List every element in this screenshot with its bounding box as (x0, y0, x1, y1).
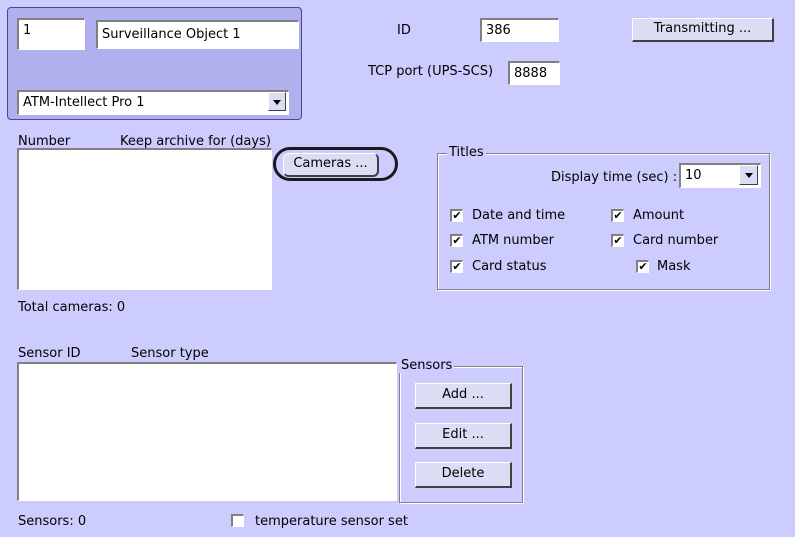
sensors-legend: Sensors (399, 358, 455, 373)
card-status-checkbox[interactable]: ✔ (450, 260, 463, 273)
object-number-field[interactable]: 1 (17, 18, 85, 50)
titles-legend: Titles (447, 145, 486, 160)
transmitting-button[interactable]: Transmitting ... (632, 18, 774, 42)
card-number-checkbox[interactable]: ✔ (611, 234, 624, 247)
cameras-list[interactable] (17, 148, 272, 290)
delete-sensor-button[interactable]: Delete (415, 462, 512, 488)
add-sensor-button[interactable]: Add ... (415, 383, 512, 409)
card-number-label: Card number (633, 233, 719, 248)
chevron-down-icon[interactable] (268, 92, 286, 111)
col-sensor-type-header: Sensor type (131, 346, 209, 361)
object-name-field[interactable]: Surveillance Object 1 (96, 20, 299, 49)
col-number-header: Number (18, 134, 71, 149)
edit-sensor-button[interactable]: Edit ... (415, 423, 512, 449)
temperature-sensor-checkbox[interactable] (231, 514, 244, 527)
id-field[interactable]: 386 (480, 18, 559, 42)
sensors-list[interactable] (17, 362, 397, 501)
date-time-checkbox[interactable]: ✔ (450, 209, 463, 222)
amount-checkbox[interactable]: ✔ (611, 209, 624, 222)
col-sensor-id-header: Sensor ID (18, 346, 81, 361)
mask-checkbox[interactable]: ✔ (636, 260, 649, 273)
display-time-label: Display time (sec) : (551, 170, 678, 185)
atm-select[interactable]: ATM-Intellect Pro 1 (17, 90, 289, 115)
atm-number-label: ATM number (472, 233, 554, 248)
mask-label: Mask (657, 259, 691, 274)
atm-number-checkbox[interactable]: ✔ (450, 234, 463, 247)
total-cameras-label: Total cameras: 0 (18, 300, 126, 315)
amount-label: Amount (633, 208, 685, 223)
date-time-label: Date and time (472, 208, 566, 223)
cameras-button[interactable]: Cameras ... (283, 153, 379, 177)
chevron-down-icon[interactable] (739, 165, 758, 185)
temperature-sensor-label: temperature sensor set (255, 514, 408, 529)
id-label: ID (397, 23, 411, 38)
col-archive-header: Keep archive for (days) (120, 134, 271, 149)
sensors-count-label: Sensors: 0 (18, 514, 87, 529)
tcp-port-field[interactable]: 8888 (508, 61, 560, 85)
card-status-label: Card status (472, 259, 547, 274)
tcp-port-label: TCP port (UPS-SCS) (368, 64, 494, 79)
